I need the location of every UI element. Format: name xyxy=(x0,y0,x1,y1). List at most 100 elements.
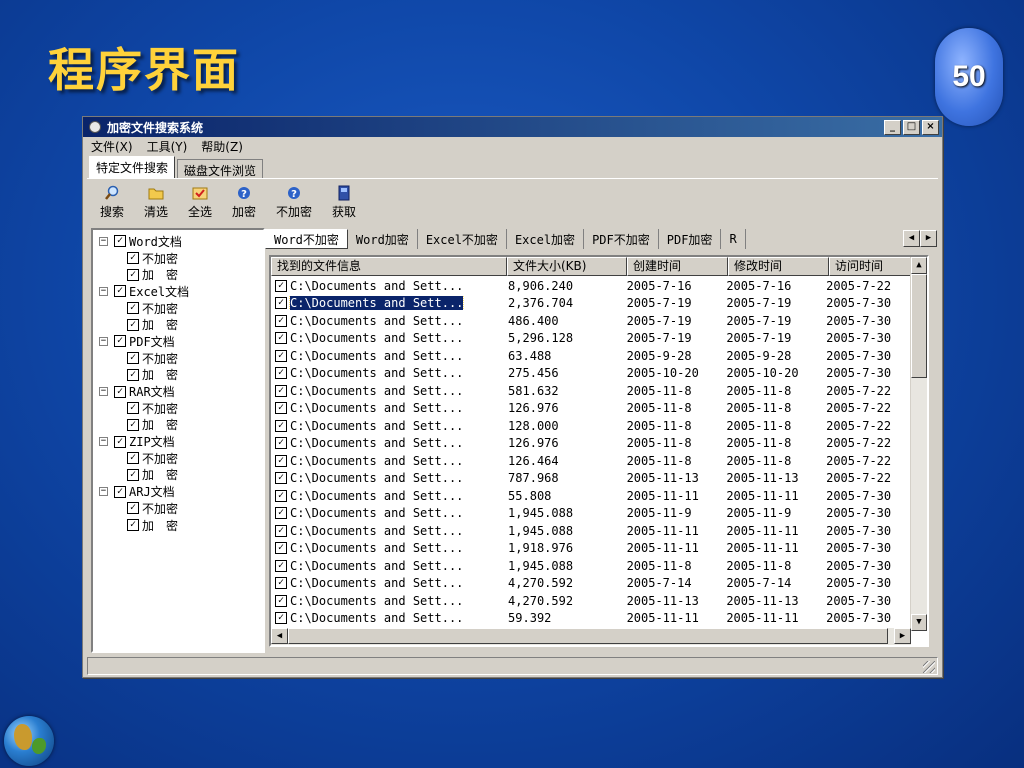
checkbox[interactable]: ✓ xyxy=(114,235,126,248)
close-button[interactable]: × xyxy=(922,119,939,135)
table-row[interactable]: ✓ C:\Documents and Sett... 128.000 2005-11-… xyxy=(271,417,911,435)
checkbox[interactable]: ✓ xyxy=(127,468,139,481)
checkbox[interactable]: ✓ xyxy=(275,577,287,590)
tree-child-node[interactable]: ✓ 不加密 xyxy=(93,300,263,317)
collapse-icon[interactable]: − xyxy=(99,336,108,346)
table-row[interactable]: ✓ C:\Documents and Sett... 4,270.592 2005-1… xyxy=(271,592,911,610)
table-row[interactable]: ✓ C:\Documents and Sett... 787.968 2005-11-… xyxy=(271,470,911,488)
checkbox[interactable]: ✓ xyxy=(114,385,126,398)
table-row[interactable]: ✓ C:\Documents and Sett... 59.392 2005-11-1… xyxy=(271,610,911,628)
table-row[interactable]: ✓ C:\Documents and Sett... 5,296.128 2005-7… xyxy=(271,330,911,348)
table-row[interactable]: ✓ C:\Documents and Sett... 4,270.592 2005-7… xyxy=(271,575,911,593)
checkbox[interactable]: ✓ xyxy=(275,384,287,397)
checkbox[interactable]: ✓ xyxy=(275,402,287,415)
table-row[interactable]: ✓ C:\Documents and Sett... 126.464 2005-11-… xyxy=(271,452,911,470)
checkbox[interactable]: ✓ xyxy=(275,297,287,310)
checkbox[interactable]: ✓ xyxy=(127,318,139,331)
tree-node[interactable]: − ✓ ARJ文档 xyxy=(93,483,263,500)
horizontal-scroll-thumb[interactable] xyxy=(288,628,888,644)
tree-child-node[interactable]: ✓ 加 密 xyxy=(93,367,263,384)
checkbox[interactable]: ✓ xyxy=(127,502,139,515)
tree-child-node[interactable]: ✓ 加 密 xyxy=(93,467,263,484)
table-row[interactable]: ✓ C:\Documents and Sett... 2,376.704 2005-7… xyxy=(271,295,911,313)
checkbox[interactable]: ✓ xyxy=(127,519,139,532)
checkbox[interactable]: ✓ xyxy=(127,368,139,381)
scroll-left-button[interactable]: ◀ xyxy=(271,628,288,644)
tree-node[interactable]: − ✓ ZIP文档 xyxy=(93,433,263,450)
checkbox[interactable]: ✓ xyxy=(114,485,126,498)
column-header[interactable]: 创建时间 xyxy=(627,257,728,276)
table-row[interactable]: ✓ C:\Documents and Sett... 63.488 2005-9-28… xyxy=(271,347,911,365)
horizontal-scrollbar[interactable]: ◀ ▶ xyxy=(271,628,911,645)
tree-node[interactable]: − ✓ PDF文档 xyxy=(93,333,263,350)
table-row[interactable]: ✓ C:\Documents and Sett... 486.400 2005-7-1… xyxy=(271,312,911,330)
column-header[interactable]: 文件大小(KB) xyxy=(507,257,627,276)
collapse-icon[interactable]: − xyxy=(99,286,108,296)
select-all-button[interactable]: 全选 xyxy=(183,185,217,220)
column-header[interactable]: 修改时间 xyxy=(728,257,829,276)
vertical-scrollbar[interactable]: ▲ ▼ xyxy=(910,257,927,631)
checkbox[interactable]: ✓ xyxy=(275,507,287,520)
tree-child-node[interactable]: ✓ 不加密 xyxy=(93,450,263,467)
checkbox[interactable]: ✓ xyxy=(275,349,287,362)
column-header[interactable]: 访问时间 xyxy=(829,257,919,276)
column-header[interactable]: 找到的文件信息 xyxy=(271,257,507,276)
checkbox[interactable]: ✓ xyxy=(275,314,287,327)
checkbox[interactable]: ✓ xyxy=(127,452,139,465)
checkbox[interactable]: ✓ xyxy=(127,402,139,415)
checkbox[interactable]: ✓ xyxy=(275,524,287,537)
tree-child-node[interactable]: ✓ 加 密 xyxy=(93,517,263,534)
clear-selection-button[interactable]: 清选 xyxy=(139,185,173,220)
subtab[interactable]: PDF不加密 xyxy=(584,229,659,249)
checkbox[interactable]: ✓ xyxy=(275,542,287,555)
checkbox[interactable]: ✓ xyxy=(275,419,287,432)
tree-child-node[interactable]: ✓ 不加密 xyxy=(93,400,263,417)
menu-tools[interactable]: 工具(Y) xyxy=(147,138,188,155)
checkbox[interactable]: ✓ xyxy=(114,285,126,298)
vertical-scroll-thumb[interactable] xyxy=(911,274,927,378)
tab-disk-browse[interactable]: 磁盘文件浏览 xyxy=(177,159,264,178)
checkbox[interactable]: ✓ xyxy=(275,594,287,607)
table-row[interactable]: ✓ C:\Documents and Sett... 1,945.088 2005-1… xyxy=(271,522,911,540)
collapse-icon[interactable]: − xyxy=(99,387,108,397)
checkbox[interactable]: ✓ xyxy=(127,268,139,281)
minimize-button[interactable]: _ xyxy=(884,119,901,135)
menu-help[interactable]: 帮助(Z) xyxy=(201,138,243,155)
tree-child-node[interactable]: ✓ 加 密 xyxy=(93,266,263,283)
subtab[interactable]: R xyxy=(721,229,746,249)
table-row[interactable]: ✓ C:\Documents and Sett... 126.976 2005-11-… xyxy=(271,400,911,418)
subtab-scroll-left-button[interactable]: ◀ xyxy=(903,230,920,247)
checkbox[interactable]: ✓ xyxy=(127,352,139,365)
search-button[interactable]: 搜索 xyxy=(95,185,129,220)
tab-specific-search[interactable]: 特定文件搜索 xyxy=(89,156,176,178)
table-row[interactable]: ✓ C:\Documents and Sett... 275.456 2005-10-… xyxy=(271,365,911,383)
window-titlebar[interactable]: 加密文件搜索系统 _ □ × xyxy=(83,117,942,137)
table-row[interactable]: ✓ C:\Documents and Sett... 581.632 2005-11-… xyxy=(271,382,911,400)
table-row[interactable]: ✓ C:\Documents and Sett... 55.808 2005-11-1… xyxy=(271,487,911,505)
checkbox[interactable]: ✓ xyxy=(275,367,287,380)
scroll-down-button[interactable]: ▼ xyxy=(911,614,927,631)
checkbox[interactable]: ✓ xyxy=(127,302,139,315)
subtab[interactable]: PDF加密 xyxy=(659,229,722,249)
tree-child-node[interactable]: ✓ 不加密 xyxy=(93,500,263,517)
checkbox[interactable]: ✓ xyxy=(275,559,287,572)
tree-node[interactable]: − ✓ Excel文档 xyxy=(93,283,263,300)
table-row[interactable]: ✓ C:\Documents and Sett... 126.976 2005-11-… xyxy=(271,435,911,453)
collapse-icon[interactable]: − xyxy=(99,437,108,447)
collapse-icon[interactable]: − xyxy=(99,236,108,246)
checkbox[interactable]: ✓ xyxy=(275,454,287,467)
subtab-scroll-right-button[interactable]: ▶ xyxy=(920,230,937,247)
tree-node[interactable]: − ✓ Word文档 xyxy=(93,233,263,250)
maximize-button[interactable]: □ xyxy=(903,119,920,135)
resize-grip-icon[interactable] xyxy=(923,661,935,673)
tree-node[interactable]: − ✓ RAR文档 xyxy=(93,383,263,400)
subtab[interactable]: Word加密 xyxy=(348,229,418,249)
checkbox[interactable]: ✓ xyxy=(275,437,287,450)
checkbox[interactable]: ✓ xyxy=(127,418,139,431)
subtab[interactable]: Word不加密 xyxy=(265,229,348,249)
table-row[interactable]: ✓ C:\Documents and Sett... 1,945.088 2005-1… xyxy=(271,505,911,523)
table-row[interactable]: ✓ C:\Documents and Sett... 1,945.088 2005-1… xyxy=(271,557,911,575)
table-row[interactable]: ✓ C:\Documents and Sett... 1,918.976 2005-1… xyxy=(271,540,911,558)
tree-child-node[interactable]: ✓ 加 密 xyxy=(93,316,263,333)
checkbox[interactable]: ✓ xyxy=(114,335,126,348)
